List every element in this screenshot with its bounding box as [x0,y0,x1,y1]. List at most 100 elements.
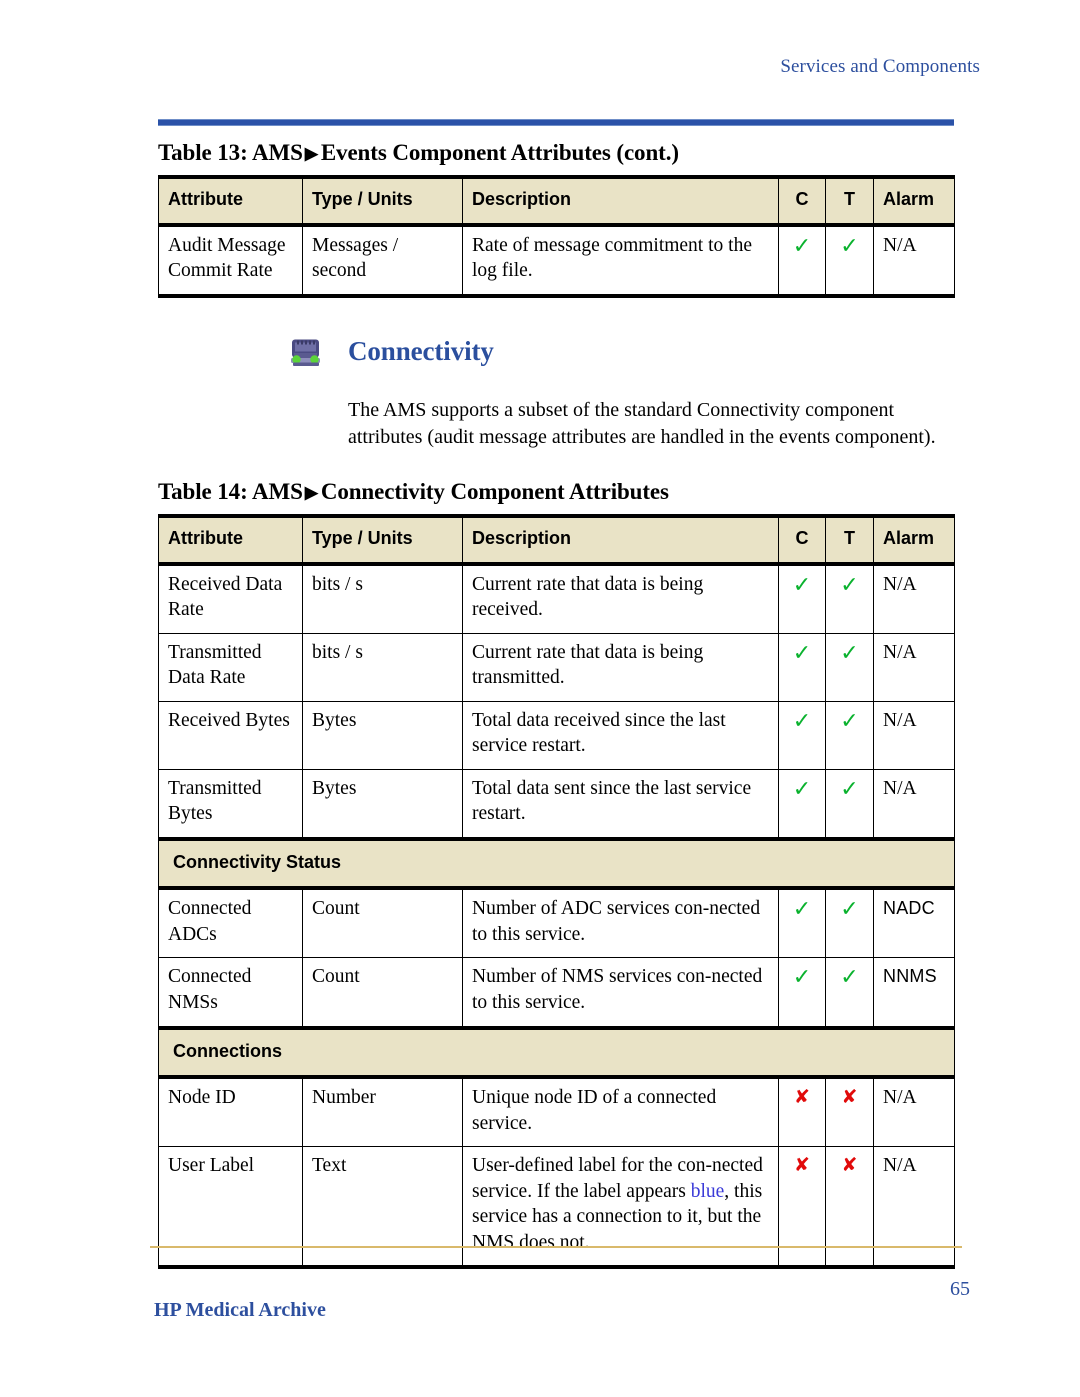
cell-attribute: Received Data Rate [158,563,303,634]
cell-alarm: N/A [873,563,955,634]
cell-type-units: Number [302,1077,463,1148]
footer-page-number: 65 [950,1278,970,1300]
cell-attribute: User Label [158,1146,303,1270]
table-row: Connected ADCs Count Number of ADC service… [158,888,955,959]
check-icon: ✓ [792,640,812,666]
caption-triangle-icon: ▶ [304,483,318,503]
check-icon: ✓ [792,708,812,734]
section-header-label: Connectivity Status [158,836,955,891]
footer-product-name: HP Medical Archive [154,1299,326,1321]
table-14-caption: Table 14: AMS ▶ Connectivity Component Att… [158,479,954,505]
cell-alarm: NADC [873,888,955,959]
cell-description: Unique node ID of a connected service. [462,1077,779,1148]
table-14-caption-suffix: Connectivity Component Attributes [320,479,669,505]
table-row: Connected NMSs Count Number of NMS service… [158,957,955,1029]
cell-alarm: N/A [873,701,955,770]
column-header-c: C [778,175,826,227]
table-14-header-row: Attribute Type / Units Description C T A… [158,514,955,566]
network-port-icon [289,337,324,370]
header-rule [158,119,954,126]
cross-icon: ✘ [841,1086,858,1109]
cell-attribute: Connected NMSs [158,957,303,1029]
cell-attribute: Transmitted Data Rate [158,633,303,702]
cell-alarm: N/A [873,633,955,702]
column-header-description: Description [462,175,779,227]
cell-alarm: N/A [873,1077,955,1148]
cell-alarm: N/A [873,224,955,298]
check-icon: ✓ [840,776,859,802]
table-row: Transmitted Bytes Bytes Total data sent si… [158,769,955,840]
connectivity-paragraph: The AMS supports a subset of the standar… [348,398,936,448]
column-header-alarm: Alarm [873,175,955,227]
column-header-c: C [778,514,826,566]
table-section-header-row: Connections [158,1025,955,1080]
cell-type-units: Count [302,957,463,1029]
cell-type-units: Bytes [302,769,463,840]
alarm-code: NNMS [883,966,937,987]
cell-attribute: Transmitted Bytes [158,769,303,840]
table-13-header-row: Attribute Type / Units Description C T A… [158,175,955,227]
cell-type-units: Text [302,1146,463,1270]
column-header-attribute: Attribute [158,175,303,227]
connectivity-section-heading-block: Connectivity [158,334,954,378]
cell-t: ✘ [825,1077,874,1148]
cell-description: User-defined label for the con-nected se… [462,1146,779,1270]
table-14-body: Received Data Rate bits / s Current rate t… [158,563,955,1270]
footer-rule [150,1246,962,1248]
table-row: User Label Text User-defined label for the… [158,1146,955,1270]
cell-t: ✓ [825,769,874,840]
alarm-code: NADC [883,898,935,919]
cell-description: Number of NMS services con-nected to thi… [462,957,779,1029]
cell-type-units: Messages / second [302,224,463,298]
description-blue-keyword: blue [690,1180,725,1202]
check-icon: ✓ [792,572,812,598]
cell-alarm: N/A [873,769,955,840]
cell-c: ✓ [778,888,826,959]
cell-c: ✓ [778,957,826,1029]
table-13-caption-suffix: Events Component Attributes (cont.) [320,140,679,165]
cell-description: Total data received since the last servi… [462,701,779,770]
check-icon: ✓ [792,897,812,923]
table-row: Transmitted Data Rate bits / s Current rat… [158,633,955,702]
table-14: Attribute Type / Units Description C T A… [158,514,955,1270]
table-14-caption-prefix: Table 14: AMS [158,479,303,505]
caption-triangle-icon: ▶ [304,144,318,163]
cell-alarm: N/A [873,1146,955,1270]
cell-c: ✓ [778,563,826,634]
cell-t: ✓ [825,224,874,298]
cell-type-units: Bytes [302,701,463,770]
connectivity-heading: Connectivity [348,335,494,366]
check-icon: ✓ [840,708,859,734]
check-icon: ✓ [792,233,812,259]
running-head: Services and Components [780,56,980,77]
table-row: Received Data Rate bits / s Current rate t… [158,563,955,634]
section-header-label: Connections [158,1025,955,1080]
check-icon: ✓ [840,640,859,666]
cell-attribute: Node ID [158,1077,303,1148]
table-row: Audit Message Commit Rate Messages / sec… [158,224,955,298]
check-icon: ✓ [792,776,812,802]
column-header-t: T [825,514,874,566]
cell-type-units: bits / s [302,633,463,702]
cell-t: ✘ [825,1146,874,1270]
table-13-caption: Table 13: AMS ▶ Events Component Attribute… [158,140,954,166]
cell-description: Current rate that data is being transmit… [462,633,779,702]
column-header-description: Description [462,514,779,566]
column-header-type-units: Type / Units [302,514,463,566]
table-row: Received Bytes Bytes Total data received s… [158,701,955,770]
check-icon: ✓ [840,572,859,598]
check-icon: ✓ [840,965,859,991]
cell-c: ✓ [778,769,826,840]
table-section-header-row: Connectivity Status [158,836,955,891]
cell-c: ✓ [778,224,826,298]
cell-description: Number of ADC services con-nected to thi… [462,888,779,959]
cell-t: ✓ [825,888,874,959]
cell-description: Total data sent since the last service r… [462,769,779,840]
column-header-type-units: Type / Units [302,175,463,227]
cell-type-units: Count [302,888,463,959]
cell-t: ✓ [825,701,874,770]
cell-t: ✓ [825,633,874,702]
cell-attribute: Connected ADCs [158,888,303,959]
cell-t: ✓ [825,957,874,1029]
cell-c: ✓ [778,633,826,702]
